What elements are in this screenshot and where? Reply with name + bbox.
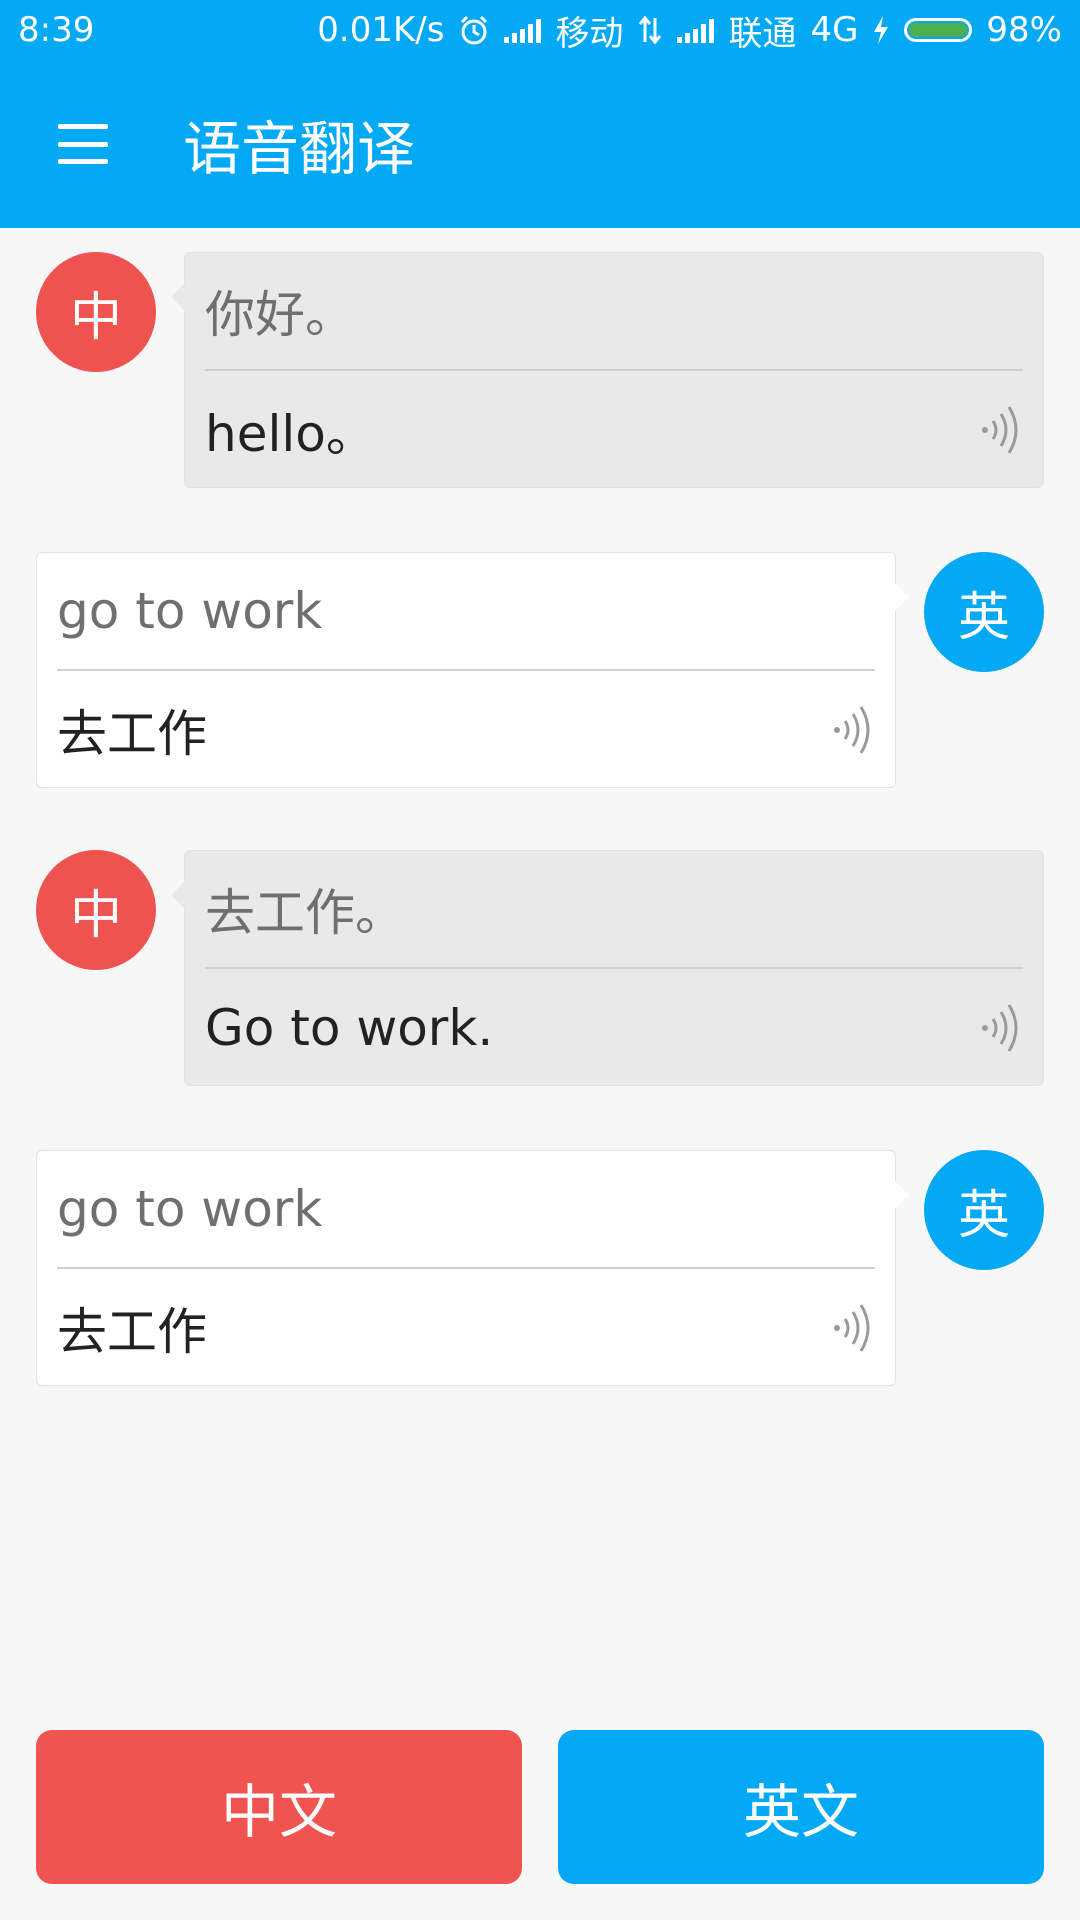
carrier-1: 移动 [555,13,624,54]
chinese-button[interactable]: 中文 [36,1730,522,1884]
network-type: 4G [810,10,859,50]
translation-text: 去工作 [57,705,207,763]
alarm-icon [458,14,490,46]
message-bubble: 你好。 hello。 [171,252,1044,489]
translation-text: hello。 [205,405,376,463]
avatar-chinese: 中 [36,850,156,970]
signal-icon-2 [677,17,715,43]
app-bar: 语音翻译 [0,60,1080,228]
speaker-icon[interactable] [831,704,875,756]
charging-icon [872,15,890,45]
translation-text: 去工作 [57,1303,207,1361]
source-text: 去工作。 [205,851,1023,969]
source-text: go to work [57,1151,875,1269]
data-transfer-icon [637,14,663,46]
status-bar: 8:39 0.01K/s 移动 联通 4G 98% [0,0,1080,60]
speaker-icon[interactable] [831,1302,875,1354]
avatar-english: 英 [924,1150,1044,1270]
avatar-chinese: 中 [36,252,156,372]
message-bubble: 去工作。 Go to work. [171,850,1044,1087]
english-button[interactable]: 英文 [558,1730,1044,1884]
status-right: 0.01K/s 移动 联通 4G 98% [317,6,1062,55]
menu-icon[interactable] [58,124,108,164]
battery-icon [904,18,973,42]
translation-row: 去工作 [57,1269,875,1387]
speaker-icon[interactable] [979,404,1023,456]
translation-row: hello。 [205,371,1023,489]
translation-row: Go to work. [205,969,1023,1087]
avatar-english: 英 [924,552,1044,672]
battery-percent: 98% [986,10,1062,50]
source-text: go to work [57,553,875,671]
translation-text: Go to work. [205,999,494,1057]
page-title: 语音翻译 [183,115,416,183]
carrier-2: 联通 [728,13,797,54]
signal-icon [504,17,542,43]
network-speed: 0.01K/s [317,10,445,50]
source-text: 你好。 [205,253,1023,371]
message-bubble: go to work 去工作 [36,552,909,789]
speaker-icon[interactable] [979,1002,1023,1054]
message-bubble: go to work 去工作 [36,1150,909,1387]
status-time: 8:39 [18,10,95,50]
translation-row: 去工作 [57,671,875,789]
